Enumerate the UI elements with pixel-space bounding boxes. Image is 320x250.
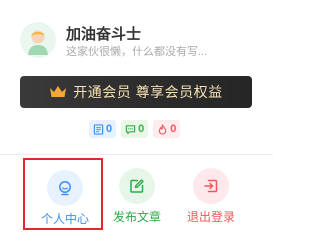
user-center-label: 个人中心 xyxy=(40,212,89,226)
comment-icon xyxy=(125,124,136,134)
quick-actions: 个人中心 发布文章 退出登录 xyxy=(23,158,253,230)
edit-icon xyxy=(130,179,144,193)
user-avatar-icon xyxy=(20,22,56,58)
article-count-badge[interactable]: 0 xyxy=(89,120,117,138)
user-center-button[interactable]: 个人中心 xyxy=(23,158,103,230)
avatar[interactable] xyxy=(20,22,56,58)
user-icon xyxy=(59,181,71,196)
publish-article-label: 发布文章 xyxy=(112,210,161,224)
logout-icon xyxy=(204,179,218,193)
logout-icon-circle xyxy=(193,168,229,204)
comment-count: 0 xyxy=(138,123,145,135)
logout-button[interactable]: 退出登录 xyxy=(171,158,251,230)
user-profile: 加油奋斗士 这家伙很懒，什么都没有写... xyxy=(20,22,260,58)
user-bio: 这家伙很懒，什么都没有写... xyxy=(66,46,208,58)
like-count: 0 xyxy=(170,123,177,135)
document-icon xyxy=(93,123,104,135)
stats-bar: 0 0 0 xyxy=(89,120,181,138)
flame-icon xyxy=(158,123,167,135)
like-count-badge[interactable]: 0 xyxy=(153,120,181,138)
publish-article-button[interactable]: 发布文章 xyxy=(97,158,177,230)
logout-label: 退出登录 xyxy=(186,210,235,224)
publish-icon-circle xyxy=(119,168,155,204)
article-count: 0 xyxy=(106,123,113,135)
username: 加油奋斗士 xyxy=(66,26,142,43)
crown-icon xyxy=(50,86,67,97)
divider xyxy=(0,154,273,155)
comment-count-badge[interactable]: 0 xyxy=(121,120,149,138)
vip-upgrade-button[interactable]: 开通会员 尊享会员权益 xyxy=(20,76,252,108)
vip-upgrade-label: 开通会员 尊享会员权益 xyxy=(73,84,223,100)
user-center-icon-circle xyxy=(47,170,83,206)
